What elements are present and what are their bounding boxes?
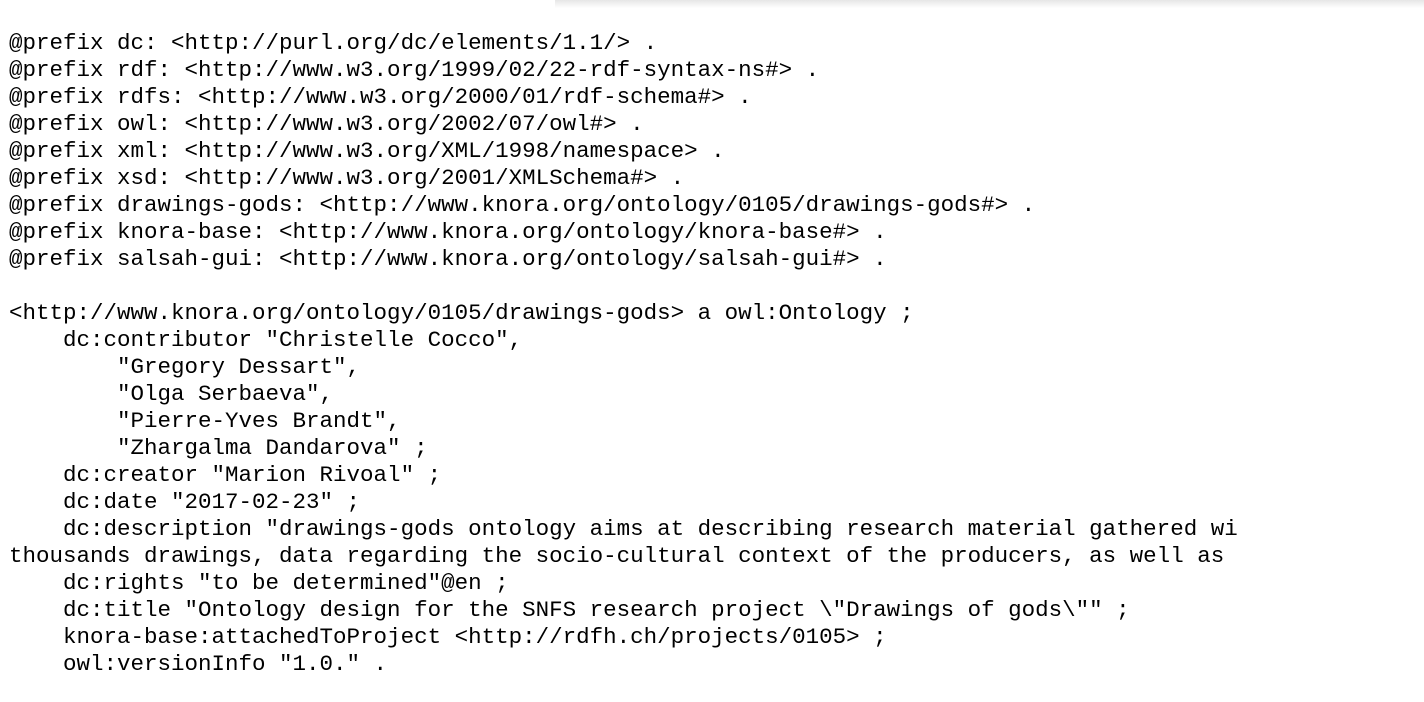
contributor-line: "Zhargalma Dandarova" ; [9, 435, 428, 461]
prefix-line-dc: @prefix dc: <http://purl.org/dc/elements… [9, 30, 658, 56]
ontology-declaration-line: <http://www.knora.org/ontology/0105/draw… [9, 300, 914, 326]
title-line: dc:title "Ontology design for the SNFS r… [9, 597, 1130, 623]
prefix-line-xml: @prefix xml: <http://www.w3.org/XML/1998… [9, 138, 725, 164]
prefix-line-rdfs: @prefix rdfs: <http://www.w3.org/2000/01… [9, 84, 752, 110]
prefix-line-salsah-gui: @prefix salsah-gui: <http://www.knora.or… [9, 246, 887, 272]
prefix-line-owl: @prefix owl: <http://www.w3.org/2002/07/… [9, 111, 644, 137]
rights-line: dc:rights "to be determined"@en ; [9, 570, 509, 596]
date-line: dc:date "2017-02-23" ; [9, 489, 361, 515]
contributor-line: dc:contributor "Christelle Cocco", [9, 327, 523, 353]
contributor-line: "Pierre-Yves Brandt", [9, 408, 401, 434]
description-continuation-line: thousands drawings, data regarding the s… [9, 543, 1225, 569]
prefix-line-xsd: @prefix xsd: <http://www.w3.org/2001/XML… [9, 165, 685, 191]
creator-line: dc:creator "Marion Rivoal" ; [9, 462, 442, 488]
turtle-source-text: @prefix dc: <http://purl.org/dc/elements… [9, 30, 1238, 678]
contributor-line: "Olga Serbaeva", [9, 381, 334, 407]
contributor-line: "Gregory Dessart", [9, 354, 361, 380]
attached-to-project-line: knora-base:attachedToProject <http://rdf… [9, 624, 887, 650]
prefix-line-drawings-gods: @prefix drawings-gods: <http://www.knora… [9, 192, 1036, 218]
description-line: dc:description "drawings-gods ontology a… [9, 516, 1238, 542]
prefix-line-rdf: @prefix rdf: <http://www.w3.org/1999/02/… [9, 57, 820, 83]
version-info-line: owl:versionInfo "1.0." . [9, 651, 388, 677]
prefix-line-knora-base: @prefix knora-base: <http://www.knora.or… [9, 219, 887, 245]
window-edge-shadow [555, 0, 1424, 8]
